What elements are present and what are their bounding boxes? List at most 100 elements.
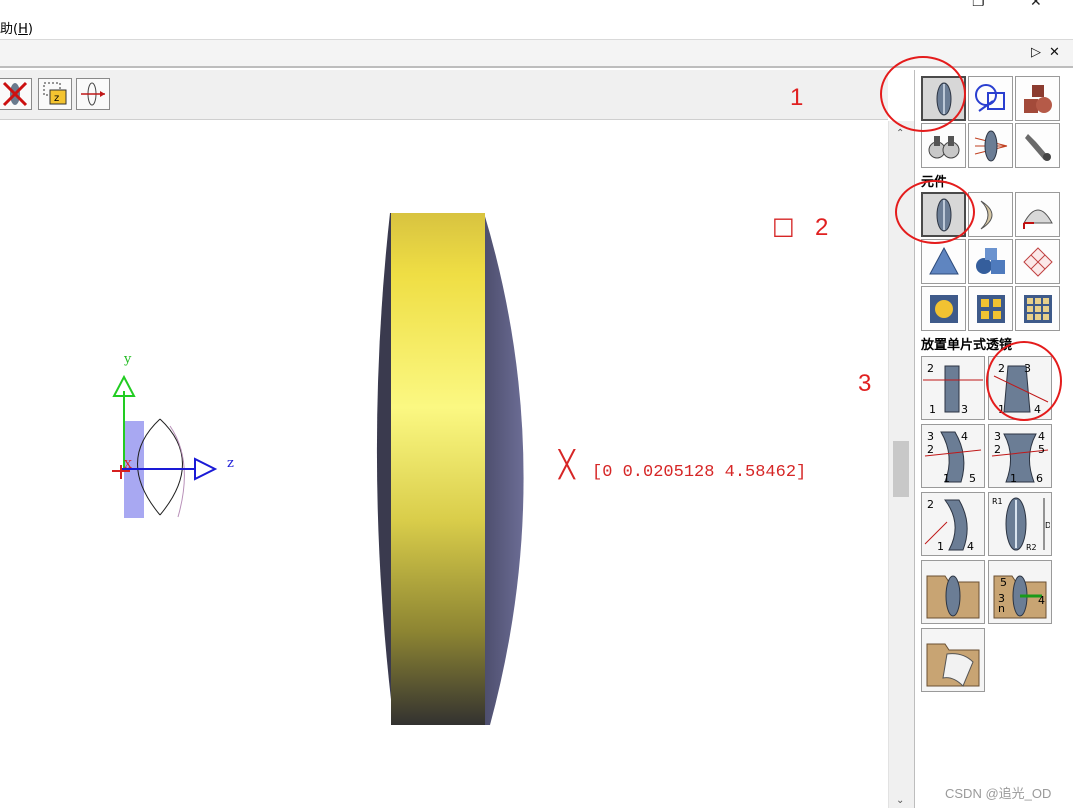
- solids-button[interactable]: [1015, 76, 1060, 121]
- solids-icon: [1023, 84, 1052, 113]
- plano-lens-icon: 2 1 3: [923, 362, 983, 416]
- tool-num: 6: [1036, 472, 1043, 485]
- tool-num: 1: [943, 472, 950, 485]
- delete-element-icon: [2, 81, 28, 107]
- 3d-viewport[interactable]: y z X ╳ [0 0.0205128 4.58462] □: [0, 121, 888, 808]
- axis-y-label: y: [124, 352, 132, 367]
- scroll-thumb[interactable]: [893, 441, 909, 497]
- tool-num: n: [998, 602, 1005, 615]
- restore-window-button[interactable]: ❐: [972, 0, 985, 10]
- tool-num: 5: [1038, 443, 1045, 456]
- grid-diamond-button[interactable]: [1015, 239, 1060, 284]
- ray-lens-button[interactable]: [968, 123, 1013, 168]
- tool-num: 3: [961, 403, 968, 416]
- shapes-3d-button[interactable]: [968, 239, 1013, 284]
- open-folder-tool[interactable]: [921, 628, 985, 692]
- dome-icon: [1022, 209, 1053, 229]
- aperture-multi-button[interactable]: [1015, 286, 1060, 331]
- lens-right-face: [483, 213, 524, 725]
- bicon-lens-icon: 3 4 2 5 1 6: [991, 430, 1049, 485]
- watermark: CSDN @追光_OD: [945, 786, 1052, 801]
- tool-num: D: [1045, 521, 1050, 530]
- tool-num: 4: [1038, 594, 1045, 607]
- tool-num: R1: [992, 497, 1003, 506]
- lens-ray-icon: [81, 82, 105, 106]
- ray-lens-icon: [974, 130, 1007, 161]
- meniscus-lens-icon: 3 4 2 1 5: [924, 430, 982, 485]
- axis-z-label: z: [227, 456, 234, 471]
- annotation-number-3: 3: [858, 370, 872, 397]
- wrench-icon: [1024, 133, 1051, 161]
- tool-num: 3: [927, 430, 934, 443]
- tool-num: 2: [927, 498, 934, 511]
- axes-gizmo: [112, 374, 218, 518]
- shape-select-button[interactable]: [968, 76, 1013, 121]
- delete-element-button[interactable]: [0, 78, 32, 110]
- lens-ray-button[interactable]: [76, 78, 110, 110]
- folder-open-icon: [926, 643, 980, 687]
- radius-lens-icon: R1 R2 D: [992, 497, 1050, 552]
- menu-help-label: 助(: [0, 22, 19, 37]
- scroll-up-icon[interactable]: ⌃: [896, 128, 904, 139]
- z-frame-icon: z: [43, 82, 67, 105]
- dome-button[interactable]: [1015, 192, 1060, 237]
- menu-help[interactable]: 助(H): [0, 18, 33, 37]
- curved-lens-tool[interactable]: 2 1 4: [921, 492, 985, 556]
- tool-num: 2: [927, 443, 934, 456]
- tool-num: 5: [1000, 576, 1007, 589]
- tool-num: 2: [927, 362, 934, 375]
- tool-num: 5: [969, 472, 976, 485]
- close-window-button[interactable]: ✕: [1030, 0, 1042, 10]
- coordinate-readout: [0 0.0205128 4.58462]: [592, 463, 807, 482]
- aperture-multi-icon: [1023, 294, 1052, 323]
- axis-x-label: X: [124, 458, 132, 471]
- mirror-curve-icon: [980, 200, 992, 229]
- annotation-circle-2: [895, 180, 975, 244]
- grid-diamond-icon: [1022, 246, 1053, 277]
- folder-lens-icon: [926, 575, 980, 619]
- pin-panel-button[interactable]: ▷: [1031, 45, 1041, 60]
- menu-help-accelerator: H: [18, 22, 28, 37]
- annotation-circle-3: [986, 341, 1062, 421]
- tool-num: R2: [1026, 543, 1037, 552]
- annotation-number-2: 2: [815, 214, 829, 241]
- plano-lens-tool[interactable]: 2 1 3: [921, 356, 985, 420]
- title-bar: ❐ ✕: [0, 0, 1073, 14]
- lens-rim: [391, 213, 485, 725]
- scroll-down-icon[interactable]: ⌄: [896, 795, 904, 806]
- cursor-marker-icon: ╳: [559, 450, 575, 480]
- settings-tool-button[interactable]: [1015, 123, 1060, 168]
- square-marker: □: [772, 212, 795, 240]
- radius-lens-tool[interactable]: R1 R2 D: [988, 492, 1052, 556]
- z-frame-button[interactable]: z: [38, 78, 72, 110]
- biconcave-lens-tool[interactable]: 3 4 2 5 1 6: [988, 424, 1052, 488]
- aperture-single-icon: [929, 294, 958, 323]
- lens-folder-tagged-tool[interactable]: 5 3 n 4: [988, 560, 1052, 624]
- tool-num: 4: [1038, 430, 1045, 443]
- aperture-single-button[interactable]: [921, 286, 966, 331]
- shapes-3d-icon: [975, 247, 1005, 274]
- svg-text:z: z: [54, 93, 59, 104]
- curved-lens-icon: 2 1 4: [924, 498, 974, 553]
- tool-num: 4: [967, 540, 974, 553]
- aperture-quad-button[interactable]: [968, 286, 1013, 331]
- annotation-number-1: 1: [790, 84, 804, 111]
- binoculars-icon: [928, 135, 959, 158]
- tool-num: 1: [937, 540, 944, 553]
- view-toolbar: z: [0, 70, 888, 120]
- menu-help-suffix: ): [27, 22, 33, 37]
- lens-folder-tool[interactable]: [921, 560, 985, 624]
- app-window: ❐ ✕ 助(H) ▷ ✕ z y z X ╳ [0 0.0205128 4.58…: [0, 0, 1073, 808]
- shape-select-icon: [974, 83, 1005, 112]
- prism-button[interactable]: [921, 239, 966, 284]
- tool-num: 1: [1010, 472, 1017, 485]
- aperture-quad-icon: [976, 294, 1005, 323]
- tool-num: 4: [961, 430, 968, 443]
- close-panel-button[interactable]: ✕: [1049, 45, 1060, 60]
- prism-icon: [928, 246, 959, 274]
- tool-num: 3: [994, 430, 1001, 443]
- meniscus-lens-tool[interactable]: 3 4 2 1 5: [921, 424, 985, 488]
- tool-num: 2: [994, 443, 1001, 456]
- tool-num: 1: [929, 403, 936, 416]
- folder-lens-tagged-icon: 5 3 n 4: [993, 575, 1047, 619]
